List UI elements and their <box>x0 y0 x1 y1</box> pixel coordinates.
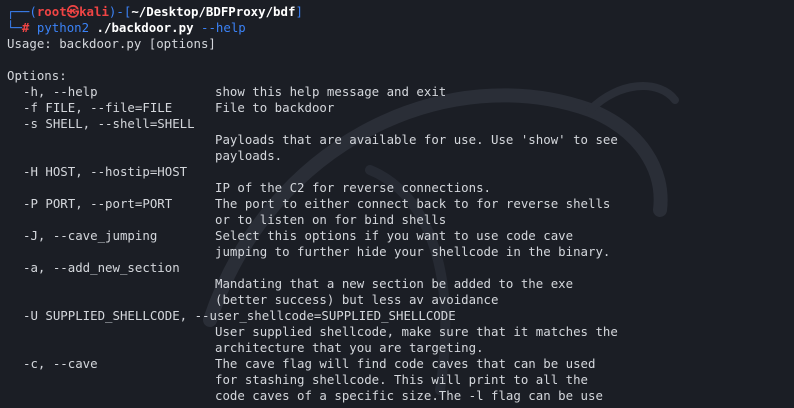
prompt-corner: └─ <box>7 20 22 35</box>
usage-line: Usage: backdoor.py [options] <box>7 36 216 51</box>
option-line: -f FILE, --file=FILE File to backdoor <box>7 100 794 116</box>
prompt-line-1: ┌──(root㉿kali)-[~/Desktop/BDFProxy/bdf] <box>7 4 794 20</box>
option-flag: -J, --cave_jumping <box>23 228 158 243</box>
command-arg-script: ./backdoor.py <box>96 20 194 35</box>
option-line: architecture that you are targeting. <box>7 340 794 356</box>
option-line: -h, --help show this help message and exi… <box>7 84 794 100</box>
prompt-box-open: ┌──( <box>7 4 37 19</box>
prompt-separator: )-[ <box>108 4 132 19</box>
option-line: -s SHELL, --shell=SHELL <box>7 116 794 132</box>
option-description: code caves of a specific size.The -l fla… <box>215 388 603 403</box>
option-description: or to listen on for bind shells <box>215 212 447 227</box>
option-description: File to backdoor <box>215 100 335 115</box>
option-description: The cave flag will find code caves that … <box>215 356 596 371</box>
prompt-host: kali <box>79 4 109 19</box>
command-name: python2 <box>36 20 90 35</box>
prompt-user: root <box>36 4 67 19</box>
option-line: jumping to further hide your shellcode i… <box>7 244 794 260</box>
option-line: (better success) but less av avoidance <box>7 292 794 308</box>
option-line: IP of the C2 for reverse connections. <box>7 180 794 196</box>
option-description: User supplied shellcode, make sure that … <box>215 324 618 339</box>
option-flag: -f FILE, --file=FILE <box>23 100 173 115</box>
option-line: payloads. <box>7 148 794 164</box>
option-flag: -a, --add_new_section <box>23 260 180 275</box>
options-header: Options: <box>7 68 67 83</box>
option-description: show this help message and exit <box>215 84 447 99</box>
prompt-at-symbol: ㉿ <box>66 4 80 19</box>
prompt-hash: # <box>21 20 30 35</box>
option-flag: -h, --help <box>23 84 98 99</box>
option-flag: -c, --cave <box>23 356 98 371</box>
command-arg-flag: --help <box>201 20 246 35</box>
option-flag: -s SHELL, --shell=SHELL <box>23 116 195 131</box>
option-line: code caves of a specific size.The -l fla… <box>7 388 794 404</box>
option-description: payloads. <box>215 148 283 163</box>
option-description: architecture that you are targeting. <box>215 340 484 355</box>
option-description: (better success) but less av avoidance <box>215 292 499 307</box>
option-description: jumping to further hide your shellcode i… <box>215 244 611 259</box>
option-description: Select this options if you want to use c… <box>215 228 574 243</box>
option-line: -J, --cave_jumping Select this options if… <box>7 228 794 244</box>
option-line: User supplied shellcode, make sure that … <box>7 324 794 340</box>
option-flag: -P PORT, --port=PORT <box>23 196 173 211</box>
option-line: -H HOST, --hostip=HOST <box>7 164 794 180</box>
option-flag: -U SUPPLIED_SHELLCODE, --user_shellcode=… <box>23 308 456 323</box>
option-line: -a, --add_new_section <box>7 260 794 276</box>
option-description: IP of the C2 for reverse connections. <box>215 180 492 195</box>
option-line: -P PORT, --port=PORT The port to either c… <box>7 196 794 212</box>
prompt-line-2: └─# python2 ./backdoor.py --help <box>7 20 794 36</box>
option-line: Payloads that are available for use. Use… <box>7 132 794 148</box>
option-line: or to listen on for bind shells <box>7 212 794 228</box>
option-line: for stashing shellcode. This will print … <box>7 372 794 388</box>
option-flag: -H HOST, --hostip=HOST <box>23 164 188 179</box>
prompt-path: ~/Desktop/BDFProxy/bdf <box>131 4 296 19</box>
option-description: for stashing shellcode. This will print … <box>215 372 588 387</box>
option-description: The port to either connect back to for r… <box>215 196 611 211</box>
terminal-output: ┌──(root㉿kali)-[~/Desktop/BDFProxy/bdf] … <box>0 0 794 404</box>
option-line: -U SUPPLIED_SHELLCODE, --user_shellcode=… <box>7 308 794 324</box>
option-description: Mandating that a new section be added to… <box>215 276 574 291</box>
prompt-close: ] <box>295 4 303 19</box>
option-line: -c, --cave The cave flag will find code c… <box>7 356 794 372</box>
option-description: Payloads that are available for use. Use… <box>215 132 618 147</box>
options-list: -h, --help show this help message and exi… <box>7 84 794 404</box>
option-line: Mandating that a new section be added to… <box>7 276 794 292</box>
